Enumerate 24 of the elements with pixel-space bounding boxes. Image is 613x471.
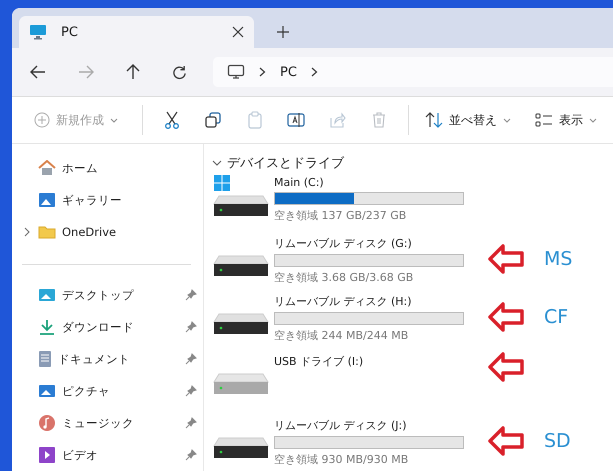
sidebar-item[interactable]: ホーム	[12, 152, 203, 184]
sidebar-item[interactable]: ビデオ	[12, 439, 203, 471]
tab-title: PC	[61, 24, 79, 40]
sidebar-item[interactable]: OneDrive	[12, 216, 203, 248]
annotation-label: MS	[544, 248, 572, 270]
annotation-label: CF	[544, 306, 568, 328]
section-header[interactable]: デバイスとドライブ	[212, 154, 613, 172]
drive-item[interactable]: リムーバブル ディスク (J:) 空き領域 930 MB/930 MB	[212, 416, 474, 466]
sort-button[interactable]: 並べ替え	[417, 104, 519, 136]
address-bar[interactable]: PC	[213, 57, 613, 87]
drive-item[interactable]: Main (C:) 空き領域 137 GB/237 GB	[212, 174, 474, 224]
sidebar-item[interactable]: ギャラリー	[12, 184, 203, 216]
drive-item[interactable]: リムーバブル ディスク (G:) 空き領域 3.68 GB/3.68 GB	[212, 234, 474, 284]
annotation-label: SD	[544, 430, 571, 452]
drive-item[interactable]: USB ドライブ (I:)	[212, 352, 474, 402]
breadcrumb-item[interactable]: PC	[280, 64, 297, 80]
window-tab[interactable]: PC	[19, 16, 254, 48]
sidebar-item[interactable]: ドキュメント	[12, 343, 203, 375]
sidebar-item[interactable]: デスクトップ	[12, 279, 203, 311]
sidebar-item[interactable]: ピクチャ	[12, 375, 203, 407]
drive-item[interactable]: リムーバブル ディスク (H:) 空き領域 244 MB/244 MB	[212, 292, 474, 342]
sidebar-item[interactable]: ミュージック	[12, 407, 203, 439]
view-button[interactable]: 表示	[527, 104, 605, 136]
sidebar-item[interactable]: ダウンロード	[12, 311, 203, 343]
